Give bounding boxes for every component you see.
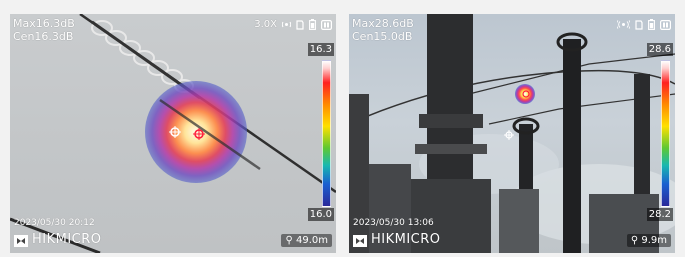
sound-source-heatmap [515, 84, 535, 104]
brand-label: HIKMICRO [371, 232, 441, 247]
mode-icon [660, 19, 671, 30]
insulator-column [563, 39, 581, 253]
zoom-level: 3.0X [254, 19, 277, 30]
acoustic-view-left: Max16.3dB Cen16.3dB 3.0X 16.3 16.0 2023/… [10, 14, 336, 253]
distance-badge: ⚲ 9.9m [626, 234, 671, 247]
scale-max-value: 16.3 [307, 43, 334, 56]
sd-card-icon [635, 19, 643, 30]
center-readout: Cen16.3dB [13, 30, 74, 43]
distance-value: 9.9m [641, 235, 667, 246]
acoustic-view-right: Max28.6dB Cen15.0dB 28.6 28.2 2023/05/30… [349, 14, 675, 253]
status-icons: 3.0X [254, 19, 332, 30]
battery-icon [648, 19, 655, 30]
battery-icon [309, 19, 316, 30]
location-pin-icon: ⚲ [630, 235, 639, 246]
signal-icon [282, 21, 291, 28]
timestamp: 2023/05/30 13:06 [353, 218, 434, 228]
location-pin-icon: ⚲ [285, 235, 293, 246]
hikmicro-logo-icon [353, 235, 367, 247]
scale-max-value: 28.6 [646, 43, 673, 56]
timestamp: 2023/05/30 20:12 [14, 218, 95, 228]
hikmicro-logo-icon [14, 235, 28, 247]
status-icons [617, 19, 671, 30]
max-readout: Max28.6dB [352, 17, 414, 30]
brand-label: HIKMICRO [32, 232, 102, 247]
distance-value: 49.0m [295, 235, 328, 246]
mode-icon [321, 19, 332, 30]
center-readout: Cen15.0dB [352, 30, 413, 43]
signal-icon [617, 20, 630, 29]
color-scale-bar [322, 60, 331, 207]
scale-min-value: 28.2 [646, 208, 673, 221]
max-readout: Max16.3dB [13, 17, 75, 30]
sd-card-icon [296, 19, 304, 30]
scale-min-value: 16.0 [307, 208, 334, 221]
distance-badge: ⚲ 49.0m [281, 234, 332, 247]
color-scale-bar [661, 60, 670, 207]
